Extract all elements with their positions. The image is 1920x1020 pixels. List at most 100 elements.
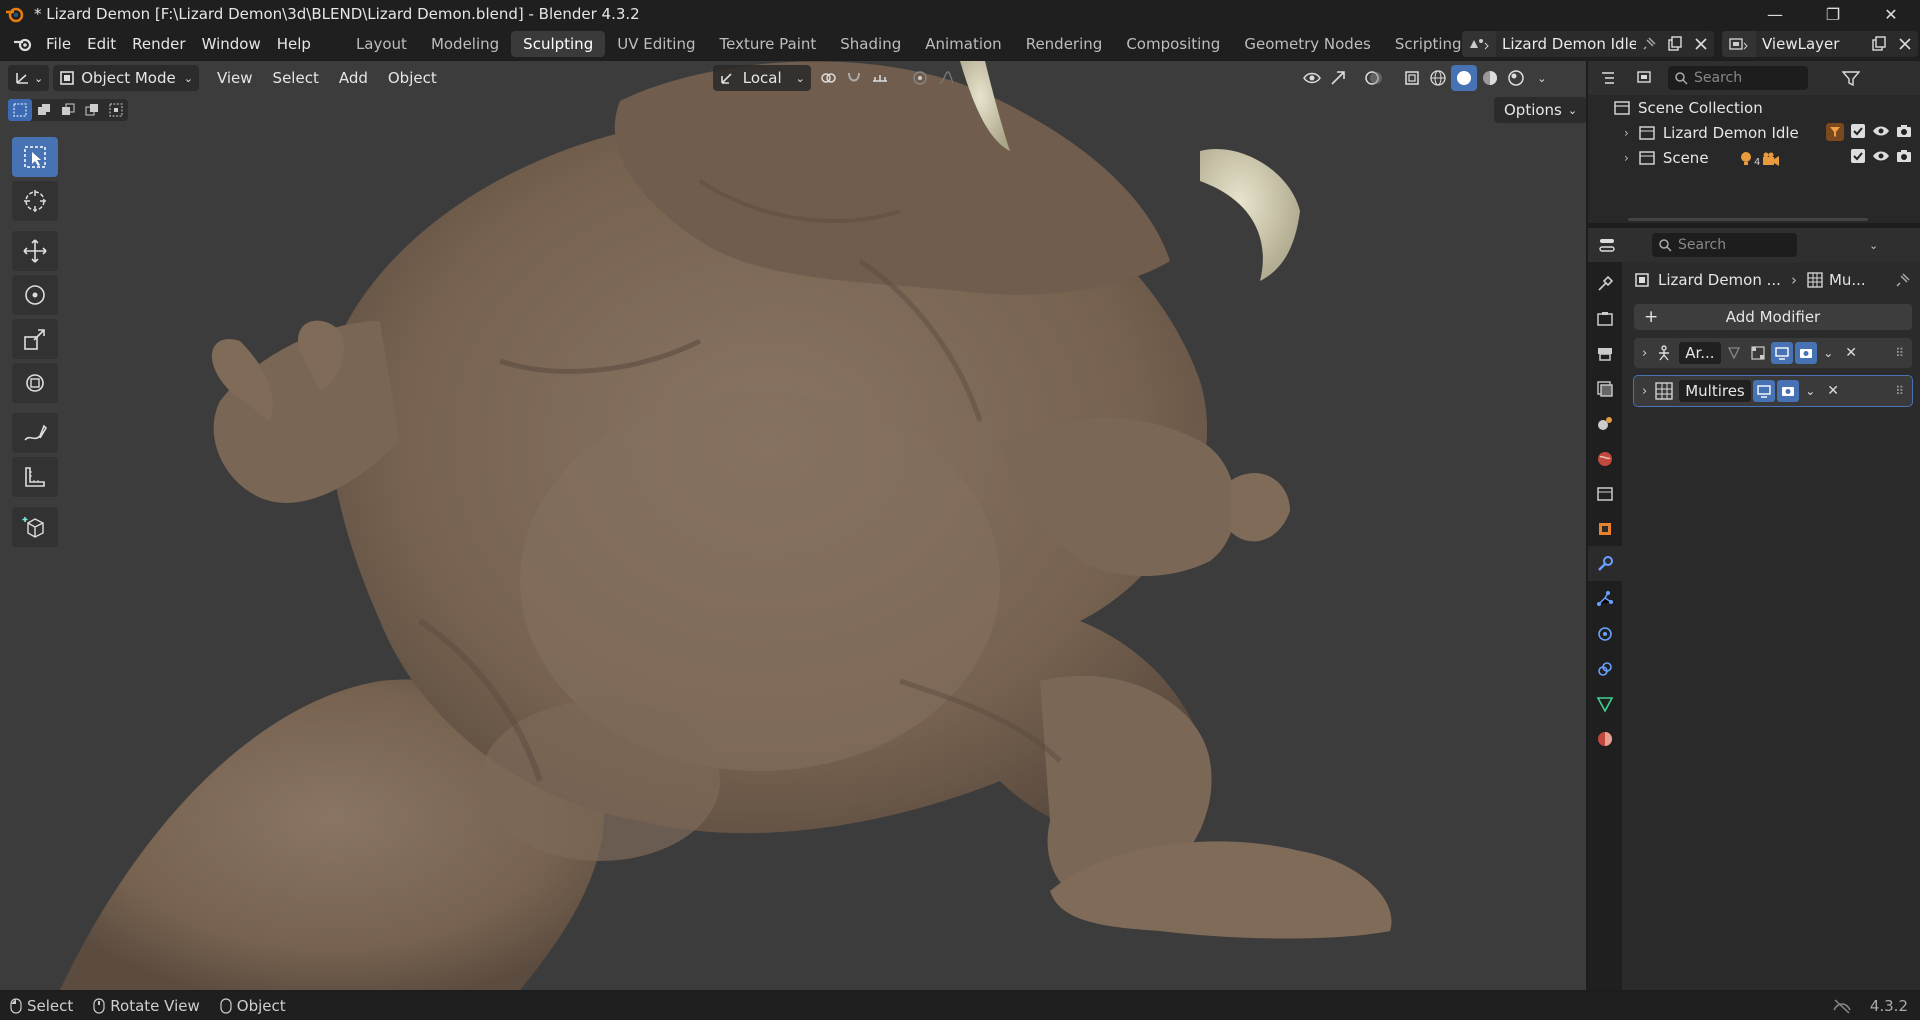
new-view-layer-icon[interactable] — [1866, 31, 1892, 57]
active-scene-filter-icon[interactable] — [1826, 123, 1844, 141]
wireframe-shading-icon[interactable] — [1425, 65, 1451, 91]
eye-icon[interactable] — [1872, 148, 1890, 164]
properties-editor-type-icon[interactable] — [1596, 232, 1622, 258]
properties-search-input[interactable]: Search — [1652, 233, 1797, 257]
menu-file[interactable]: File — [38, 28, 79, 60]
tool-tab-icon[interactable] — [1588, 266, 1622, 301]
select-box-tool-icon[interactable] — [12, 137, 58, 177]
drag-handle-icon[interactable]: ⠿ — [1895, 346, 1904, 360]
falloff-icon[interactable] — [933, 65, 959, 91]
tab-compositing[interactable]: Compositing — [1114, 31, 1232, 57]
checkbox-icon[interactable] — [1850, 148, 1866, 164]
transform-tool-icon[interactable] — [12, 363, 58, 403]
scene-name[interactable]: Lizard Demon Idle — [1496, 35, 1636, 53]
mode-dropdown[interactable]: Object Mode ⌄ — [53, 65, 199, 91]
modifier-tab-icon[interactable] — [1588, 546, 1622, 581]
render-toggle-icon[interactable] — [1795, 342, 1818, 364]
modifier-name[interactable]: Multires — [1679, 380, 1752, 402]
visibility-icon[interactable] — [1299, 65, 1325, 91]
measure-tool-icon[interactable] — [12, 457, 58, 497]
drag-handle-icon[interactable]: ⠿ — [1895, 384, 1904, 398]
view-layer-name[interactable]: ViewLayer — [1756, 35, 1866, 53]
tab-animation[interactable]: Animation — [913, 31, 1013, 57]
annotate-tool-icon[interactable] — [12, 413, 58, 453]
tab-rendering[interactable]: Rendering — [1014, 31, 1115, 57]
cursor-tool-icon[interactable] — [12, 181, 58, 221]
modifier-name[interactable]: Ar... — [1679, 342, 1722, 364]
menu-view[interactable]: View — [211, 65, 259, 91]
eye-icon[interactable] — [1872, 123, 1890, 139]
pivot-point-icon[interactable] — [815, 65, 841, 91]
editor-type-button[interactable]: ⌄ — [8, 65, 50, 91]
expand-arrow-icon[interactable]: › — [1642, 384, 1647, 399]
tab-modeling[interactable]: Modeling — [419, 31, 511, 57]
remove-modifier-icon[interactable]: ✕ — [1827, 383, 1839, 399]
expand-arrow-icon[interactable]: › — [1642, 346, 1647, 361]
menu-object[interactable]: Object — [382, 65, 443, 91]
blender-menu-icon[interactable] — [8, 32, 38, 56]
select-extend-icon[interactable] — [32, 99, 56, 121]
properties-options-icon[interactable]: ⌄ — [1869, 239, 1878, 252]
menu-select[interactable]: Select — [267, 65, 325, 91]
modifier-menu-icon[interactable]: ⌄ — [1805, 384, 1815, 398]
tab-scripting[interactable]: Scripting — [1383, 31, 1474, 57]
outliner-item-scene[interactable]: › Scene 4 — [1588, 145, 1920, 170]
constraints-tab-icon[interactable] — [1588, 651, 1622, 686]
expand-arrow-icon[interactable]: › — [1624, 151, 1629, 165]
outliner-scrollbar[interactable] — [1628, 218, 1868, 221]
data-tab-icon[interactable] — [1588, 686, 1622, 721]
pin-icon[interactable] — [1636, 31, 1662, 57]
tab-texture-paint[interactable]: Texture Paint — [707, 31, 828, 57]
filter-icon[interactable] — [1838, 65, 1864, 91]
display-mode-icon[interactable] — [1632, 65, 1658, 91]
rotate-tool-icon[interactable] — [12, 275, 58, 315]
modifier-menu-icon[interactable]: ⌄ — [1823, 346, 1833, 360]
tab-shading[interactable]: Shading — [828, 31, 913, 57]
select-invert-icon[interactable] — [80, 99, 104, 121]
checkbox-icon[interactable] — [1850, 123, 1866, 139]
world-tab-icon[interactable] — [1588, 441, 1622, 476]
solid-shading-icon[interactable] — [1450, 65, 1477, 91]
realtime-display-icon[interactable] — [1753, 380, 1776, 402]
delete-scene-icon[interactable] — [1688, 31, 1714, 57]
transform-orientation-dropdown[interactable]: Local ⌄ — [712, 65, 811, 91]
snap-target-icon[interactable] — [867, 65, 893, 91]
edit-mode-icon[interactable] — [1747, 342, 1769, 364]
tab-uv-editing[interactable]: UV Editing — [605, 31, 707, 57]
menu-edit[interactable]: Edit — [79, 28, 124, 60]
menu-window[interactable]: Window — [194, 28, 269, 60]
delete-view-layer-icon[interactable] — [1892, 31, 1918, 57]
physics-tab-icon[interactable] — [1588, 616, 1622, 651]
rendered-shading-icon[interactable] — [1503, 65, 1529, 91]
view-layer-browse-icon[interactable] — [1722, 31, 1756, 57]
render-tab-icon[interactable] — [1588, 301, 1622, 336]
overlays-icon[interactable] — [1361, 65, 1387, 91]
outliner-item-lizard-demon-idle[interactable]: › Lizard Demon Idle — [1588, 120, 1920, 145]
scale-tool-icon[interactable] — [12, 319, 58, 359]
tab-layout[interactable]: Layout — [344, 31, 419, 57]
outliner-search-input[interactable]: Search — [1668, 66, 1808, 90]
select-intersect-icon[interactable] — [104, 99, 128, 121]
expand-arrow-icon[interactable]: › — [1624, 126, 1629, 140]
particles-tab-icon[interactable] — [1588, 581, 1622, 616]
menu-add[interactable]: Add — [333, 65, 374, 91]
camera-icon[interactable] — [1896, 148, 1912, 164]
tab-geometry-nodes[interactable]: Geometry Nodes — [1232, 31, 1383, 57]
add-modifier-button[interactable]: + Add Modifier — [1634, 304, 1912, 330]
collection-tab-icon[interactable] — [1588, 476, 1622, 511]
restore-icon[interactable]: ❐ — [1804, 0, 1862, 28]
proportional-edit-icon[interactable] — [907, 65, 933, 91]
select-new-icon[interactable] — [8, 99, 32, 121]
modifier-multires[interactable]: › Multires ⌄ ✕ ⠿ — [1633, 375, 1913, 407]
object-tab-icon[interactable] — [1588, 511, 1622, 546]
menu-render[interactable]: Render — [124, 28, 193, 60]
move-tool-icon[interactable] — [12, 231, 58, 271]
tab-sculpting[interactable]: Sculpting — [511, 31, 606, 57]
pin-icon[interactable] — [1896, 273, 1910, 287]
snap-icon[interactable] — [841, 65, 867, 91]
3d-viewport[interactable]: ⌄ Object Mode ⌄ View Select Add Object L… — [0, 61, 1586, 990]
remove-modifier-icon[interactable]: ✕ — [1845, 345, 1857, 361]
select-subtract-icon[interactable] — [56, 99, 80, 121]
camera-icon[interactable] — [1896, 123, 1912, 139]
new-scene-icon[interactable] — [1662, 31, 1688, 57]
